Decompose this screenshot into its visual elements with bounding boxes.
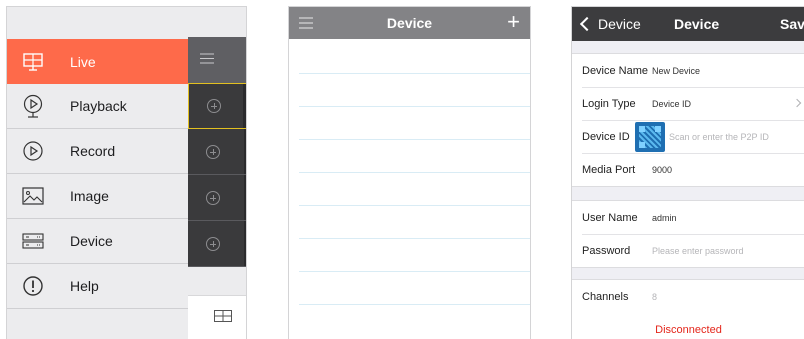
menu-item-help[interactable]: Help [7, 264, 189, 309]
menu-item-live[interactable]: Live [7, 39, 189, 84]
connection-status: Disconnected [655, 323, 722, 336]
menu-item-record[interactable]: Record [7, 129, 189, 174]
list-separator [299, 172, 530, 173]
channels-group: Channels 8 Disconnected [572, 279, 804, 339]
list-separator [299, 271, 530, 272]
device-list-navbar: Device + [289, 7, 530, 39]
list-separator [299, 73, 530, 74]
menu-label-live: Live [70, 53, 96, 70]
page-title: Device [386, 15, 433, 31]
device-form-navbar: Device Device Save [572, 7, 804, 41]
list-separator [299, 304, 530, 305]
menu-icon[interactable] [299, 16, 313, 34]
channels-label: Channels [582, 290, 629, 303]
monitor-icon [7, 52, 59, 72]
menu-label-device: Device [70, 233, 113, 249]
menu-label-record: Record [70, 143, 116, 159]
add-channel-icon [206, 144, 220, 159]
menu-item-device[interactable]: Device [7, 219, 189, 264]
back-button-label: Device [598, 16, 641, 32]
save-button[interactable]: Save [780, 16, 804, 32]
image-icon [7, 187, 59, 205]
list-separator [299, 205, 530, 206]
media-port-label: Media Port [582, 163, 636, 176]
list-separator [299, 106, 530, 107]
list-separator [299, 238, 530, 239]
media-port-row[interactable]: Media Port 9000 [572, 153, 804, 186]
device-name-label: Device Name [582, 64, 649, 77]
live-view-toolbar [188, 295, 246, 339]
add-channel-icon [206, 190, 220, 205]
add-channel-icon [207, 99, 221, 113]
channel-slot[interactable] [188, 83, 246, 129]
device-id-field[interactable]: Scan or enter the P2P ID [669, 132, 769, 142]
cell-edge [244, 175, 246, 220]
channels-row: Channels 8 [572, 280, 804, 313]
password-label: Password [582, 244, 631, 257]
qr-scan-icon[interactable] [635, 121, 665, 152]
menu-item-playback[interactable]: Playback [7, 84, 189, 129]
login-type-row[interactable]: Login Type Device ID [572, 87, 804, 120]
back-button[interactable]: Device [578, 16, 641, 32]
help-icon [7, 275, 59, 297]
media-port-field[interactable]: 9000 [652, 165, 672, 175]
menu-label-help: Help [70, 278, 99, 294]
live-view-spacer [188, 267, 246, 295]
live-view-header [188, 37, 246, 83]
channel-slot[interactable] [188, 129, 246, 175]
menu-label-playback: Playback [70, 98, 127, 114]
user-name-row[interactable]: User Name admin [572, 201, 804, 234]
device-info-group: Device Name New Device Login Type Device… [572, 53, 804, 187]
add-channel-icon [206, 236, 220, 251]
credentials-group: User Name admin Password Please enter pa… [572, 200, 804, 268]
channels-value: 8 [652, 291, 658, 302]
device-icon [7, 233, 59, 249]
chevron-left-icon [579, 16, 595, 32]
device-form-panel: Device Device Save Device Name New Devic… [571, 6, 804, 339]
user-name-label: User Name [582, 211, 638, 224]
add-device-button[interactable]: + [507, 11, 520, 33]
cell-edge [244, 129, 246, 174]
side-menu-panel: Live Playback Record Image Device Help [6, 6, 247, 339]
split-screen-icon[interactable] [214, 309, 232, 327]
password-field[interactable]: Please enter password [652, 246, 744, 256]
page-title: Device [674, 16, 720, 32]
cell-edge [244, 221, 246, 266]
user-name-field[interactable]: admin [652, 213, 677, 223]
playback-icon [7, 94, 59, 118]
channel-slot[interactable] [188, 175, 246, 221]
live-view-strip [188, 37, 246, 339]
qr-code-graphic [639, 125, 661, 148]
list-separator [299, 139, 530, 140]
chevron-right-icon [792, 98, 802, 108]
device-name-row[interactable]: Device Name New Device [572, 54, 804, 87]
login-type-value: Device ID [652, 98, 692, 109]
menu-top-bar [7, 7, 246, 39]
password-row[interactable]: Password Please enter password [572, 234, 804, 267]
login-type-label: Login Type [582, 97, 636, 110]
menu-icon[interactable] [200, 51, 214, 69]
menu-label-image: Image [70, 188, 109, 204]
device-name-field[interactable]: New Device [652, 66, 700, 76]
channel-slot[interactable] [188, 221, 246, 267]
menu-item-image[interactable]: Image [7, 174, 189, 219]
device-id-row[interactable]: Device ID Scan or enter the P2P ID [572, 120, 804, 153]
record-icon [7, 140, 59, 162]
device-list-panel: Device + [288, 6, 531, 339]
cell-edge [243, 84, 246, 128]
